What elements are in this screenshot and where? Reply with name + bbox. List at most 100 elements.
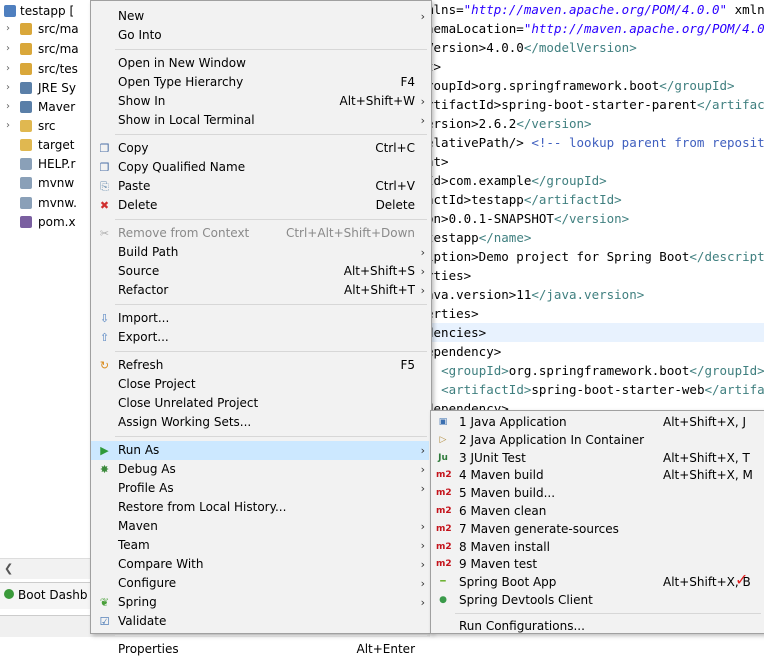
tree-item[interactable]: ⌄ testapp [ <box>0 2 100 20</box>
menu-item-debug-as[interactable]: ✸ Debug As › <box>91 460 429 479</box>
tree-item[interactable]: › JRE Sy <box>0 79 100 97</box>
tree-item[interactable]: › src <box>0 117 100 135</box>
menu-item-maven[interactable]: Maven › <box>91 517 429 536</box>
menu-item-shortcut: Alt+Enter <box>356 642 415 656</box>
menu-item-close-unrelated-project[interactable]: Close Unrelated Project <box>91 394 429 413</box>
submenu-separator <box>455 612 761 614</box>
menu-item-close-project[interactable]: Close Project <box>91 375 429 394</box>
submenu-item-label: 4 Maven build <box>459 468 544 483</box>
submenu-item-shortcut: Alt+Shift+X, J <box>663 415 747 429</box>
menu-item-label: Refresh <box>118 358 164 372</box>
menu-item-label: Paste <box>118 179 151 193</box>
menu-item-label: Profile As <box>118 481 174 495</box>
menu-item-label: Open in New Window <box>118 56 246 70</box>
menu-item-compare-with[interactable]: Compare With › <box>91 555 429 574</box>
menu-item-import[interactable]: ⇩ Import... <box>91 309 429 328</box>
menu-item-open-in-new-window[interactable]: Open in New Window <box>91 54 429 73</box>
menu-item-label: Restore from Local History... <box>118 500 287 514</box>
chevron-right-icon[interactable]: › <box>6 117 16 135</box>
code-line: actId>testapp</artifactId> <box>426 192 622 207</box>
tree-item-label: src/tes <box>38 62 78 76</box>
menu-item-refactor[interactable]: Refactor Alt+Shift+T › <box>91 281 429 300</box>
menu-item-open-type-hierarchy[interactable]: Open Type Hierarchy F4 <box>91 73 429 92</box>
menu-item-delete[interactable]: ✖ Delete Delete <box>91 196 429 215</box>
submenu-item-1-java-application[interactable]: ▣ 1 Java Application Alt+Shift+X, J <box>431 413 763 431</box>
code-line: on>0.0.1-SNAPSHOT</version> <box>426 211 630 226</box>
submenu-item-5-maven-build[interactable]: m2 5 Maven build... <box>431 484 763 502</box>
menu-item-label: Configure <box>118 576 177 590</box>
menu-item-show-in[interactable]: Show In Alt+Shift+W › <box>91 92 429 111</box>
submenu-item-4-maven-build[interactable]: m2 4 Maven build Alt+Shift+X, M <box>431 466 763 484</box>
chevron-right-icon[interactable]: › <box>6 20 16 38</box>
menu-item-shortcut: Ctrl+Alt+Shift+Down <box>285 226 415 240</box>
tree-item[interactable]: › src/ma <box>0 40 100 58</box>
menu-item-spring[interactable]: ❦ Spring › <box>91 593 429 612</box>
menu-item-label: Show in Local Terminal <box>118 113 255 127</box>
submenu-item-spring-devtools-client[interactable]: ● Spring Devtools Client <box>431 591 763 609</box>
chevron-right-icon[interactable]: › <box>6 98 16 116</box>
menu-item-copy-qualified-name[interactable]: ❐ Copy Qualified Name <box>91 158 429 177</box>
tree-item[interactable]: pom.x <box>0 213 100 231</box>
tree-item[interactable]: mvnw <box>0 174 100 192</box>
tree-item[interactable]: › Maver <box>0 98 100 116</box>
code-line: roupId>org.springframework.boot</groupId… <box>426 78 735 93</box>
menu-item-new[interactable]: New › <box>91 7 429 26</box>
tree-item[interactable]: › src/ma <box>0 20 100 38</box>
menu-item-restore-from-local-history[interactable]: Restore from Local History... <box>91 498 429 517</box>
menu-item-label: Run As <box>118 443 160 457</box>
chevron-right-icon[interactable]: › <box>6 40 16 58</box>
menu-item-source[interactable]: Source Alt+Shift+S › <box>91 262 429 281</box>
menu-item-export[interactable]: ⇧ Export... <box>91 328 429 347</box>
menu-item-copy[interactable]: ❐ Copy Ctrl+C <box>91 139 429 158</box>
tree-item-label: src <box>38 119 56 133</box>
chevron-down-icon[interactable]: ⌄ <box>0 2 2 20</box>
menu-item-run-as[interactable]: ▶ Run As › <box>91 441 429 460</box>
menu-item-go-into[interactable]: Go Into <box>91 26 429 45</box>
menu-item-paste[interactable]: ⎘ Paste Ctrl+V <box>91 177 429 196</box>
tree-item[interactable]: target <box>0 136 100 154</box>
menu-item-validate[interactable]: ☑ Validate <box>91 612 429 631</box>
tree-item[interactable]: mvnw. <box>0 194 100 212</box>
submenu-item-6-maven-clean[interactable]: m2 6 Maven clean <box>431 502 763 520</box>
menu-item-label: Copy Qualified Name <box>118 160 246 174</box>
tree-item-label: mvnw. <box>38 196 77 210</box>
scroll-left-icon[interactable]: ❮ <box>4 562 13 575</box>
submenu-item-8-maven-install[interactable]: m2 8 Maven install <box>431 538 763 556</box>
tree-item-label: pom.x <box>38 215 76 229</box>
submenu-item-spring-boot-app[interactable]: ━ Spring Boot App Alt+Shift+X, B <box>431 573 763 591</box>
package-explorer: ⌄testapp [›src/ma›src/ma›src/tes›JRE Sy›… <box>0 0 100 585</box>
debug-icon: ✸ <box>99 463 110 476</box>
menu-item-profile-as[interactable]: Profile As › <box>91 479 429 498</box>
junit-icon: Ju <box>438 452 448 463</box>
submenu-item-3-junit-test[interactable]: Ju 3 JUnit Test Alt+Shift+X, T <box>431 449 763 467</box>
tree-item[interactable]: › src/tes <box>0 60 100 78</box>
submenu-item-7-maven-generate-sources[interactable]: m2 7 Maven generate-sources <box>431 520 763 538</box>
maven-icon: m2 <box>436 559 452 570</box>
code-line: elativePath/> <!-- lookup parent from re… <box>426 135 764 150</box>
submenu-item-shortcut: Alt+Shift+X, T <box>663 450 750 465</box>
explorer-scrollbar[interactable]: ❮ <box>0 558 100 579</box>
project-icon <box>4 5 16 17</box>
submenu-item-9-maven-test[interactable]: m2 9 Maven test <box>431 555 763 573</box>
menu-item-team[interactable]: Team › <box>91 536 429 555</box>
submenu-arrow-icon: › <box>420 444 425 457</box>
tree-item[interactable]: HELP.r <box>0 155 100 173</box>
library-icon <box>20 82 32 94</box>
submenu-item-label: 7 Maven generate-sources <box>459 521 619 536</box>
menu-item-show-in-local-terminal[interactable]: Show in Local Terminal › <box>91 111 429 130</box>
chevron-right-icon[interactable]: › <box>6 79 16 97</box>
menu-item-configure[interactable]: Configure › <box>91 574 429 593</box>
chevron-right-icon[interactable]: › <box>6 60 16 78</box>
submenu-arrow-icon: › <box>420 284 425 297</box>
menu-item-assign-working-sets[interactable]: Assign Working Sets... <box>91 413 429 432</box>
spring-boot-icon: ━ <box>440 577 446 588</box>
menu-item-properties[interactable]: Properties Alt+Enter <box>91 640 429 659</box>
menu-item-refresh[interactable]: ↻ Refresh F5 <box>91 356 429 375</box>
boot-dashboard-label: Boot Dashb <box>18 588 88 602</box>
submenu-item-run-configurations[interactable]: Run Configurations... <box>431 617 763 635</box>
menu-item-build-path[interactable]: Build Path › <box>91 243 429 262</box>
submenu-item-2-java-application-in-container[interactable]: ▷ 2 Java Application In Container <box>431 431 763 449</box>
boot-dashboard-tab[interactable]: Boot Dashb <box>0 582 100 609</box>
menu-item-label: Compare With <box>118 557 204 571</box>
menu-item-label: Assign Working Sets... <box>118 415 252 429</box>
